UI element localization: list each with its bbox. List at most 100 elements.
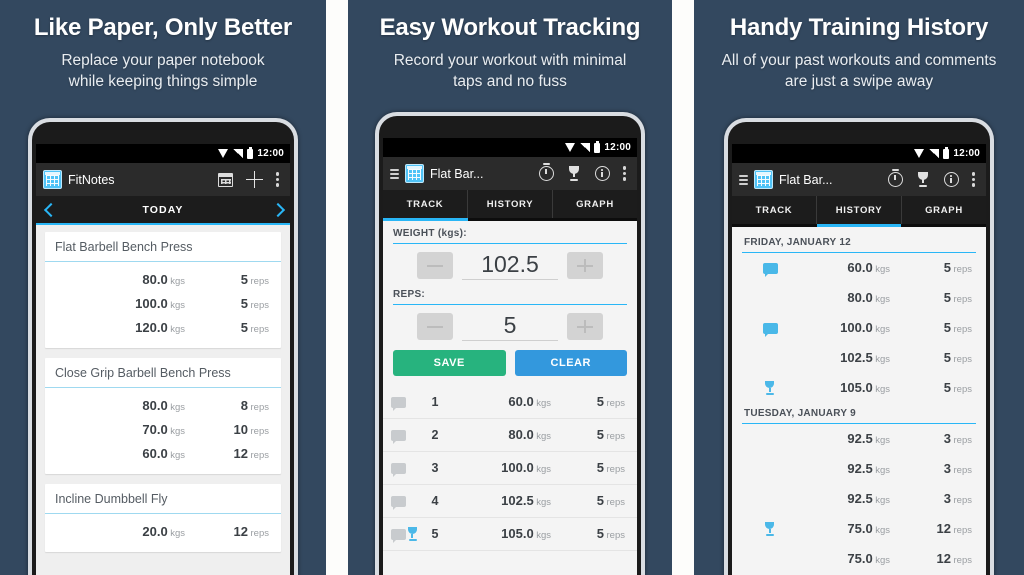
tab-graph[interactable]: GRAPH [553, 190, 637, 218]
panel-3-headline: Handy Training History [729, 14, 989, 41]
history-row[interactable]: 75.0 kgs 12 reps [742, 514, 976, 544]
trophy-icon[interactable] [916, 172, 931, 187]
form-buttons: SAVE CLEAR [393, 350, 627, 376]
comment-icon[interactable] [762, 322, 778, 337]
trophy-icon[interactable] [567, 166, 582, 181]
tab-track[interactable]: TRACK [732, 196, 817, 224]
set-reps-unit: reps [250, 450, 269, 461]
logged-set-list[interactable]: 1 60.0 kgs 5 reps 2 80.0 kgs 5 reps 3 10… [383, 386, 637, 551]
history-row[interactable]: 100.0 kgs 5 reps [742, 313, 976, 343]
comment-icon[interactable] [391, 462, 406, 477]
info-icon[interactable] [944, 172, 959, 187]
set-reps-unit: reps [953, 435, 972, 446]
battery-icon [594, 140, 601, 153]
set-row: 80.0 kgs 8 reps [45, 394, 281, 418]
timer-icon[interactable] [539, 162, 554, 181]
android-status-bar-1: 12:00 [36, 144, 290, 163]
set-weight-unit: kgs [536, 530, 551, 541]
panel-1-headline-block: Like Paper, Only Better Replace your pap… [0, 0, 326, 93]
comment-icon[interactable] [762, 262, 778, 277]
set-reps: 5 [943, 380, 952, 395]
history-row[interactable]: 92.5 kgs 3 reps [742, 484, 976, 514]
set-weight: 105.0 [501, 526, 534, 541]
tab-graph[interactable]: GRAPH [902, 196, 986, 224]
overflow-menu-icon[interactable] [972, 172, 976, 187]
set-row: 80.0 kgs 5 reps [45, 268, 281, 292]
set-weight: 102.5 [840, 350, 873, 365]
history-row[interactable]: 80.0 kgs 5 reps [742, 283, 976, 313]
timer-icon[interactable] [888, 168, 903, 187]
logged-set-row[interactable]: 5 105.0 kgs 5 reps [383, 518, 637, 551]
set-reps: 5 [240, 296, 249, 311]
set-weight: 75.0 [847, 521, 873, 536]
panel-3-headline-block: Handy Training History All of your past … [694, 0, 1024, 93]
set-index: 1 [431, 395, 439, 409]
set-index: 4 [431, 494, 439, 508]
exercise-card[interactable]: Close Grip Barbell Bench Press 80.0 kgs 8… [45, 358, 281, 474]
logged-set-row[interactable]: 3 100.0 kgs 5 reps [383, 452, 637, 485]
set-reps-unit: reps [606, 464, 625, 475]
set-reps-unit: reps [606, 530, 625, 541]
logged-set-row[interactable]: 2 80.0 kgs 5 reps [383, 419, 637, 452]
reps-increment-button[interactable] [567, 313, 603, 340]
set-reps: 5 [596, 427, 605, 442]
exercise-card[interactable]: Incline Dumbbell Fly 20.0 kgs 12 reps [45, 484, 281, 552]
promo-panel-3: Handy Training History All of your past … [694, 0, 1024, 575]
weight-input[interactable]: 102.5 [462, 251, 558, 280]
set-weight: 92.5 [847, 431, 873, 446]
reps-decrement-button[interactable] [417, 313, 453, 340]
comment-icon[interactable] [391, 429, 406, 444]
set-reps: 5 [240, 272, 249, 287]
tab-history[interactable]: HISTORY [468, 190, 553, 218]
history-date-header: FRIDAY, JANUARY 12 [742, 232, 976, 253]
set-reps-unit: reps [953, 384, 972, 395]
history-list[interactable]: FRIDAY, JANUARY 12 60.0 kgs 5 reps 80.0 kgs… [732, 227, 986, 575]
logged-set-row[interactable]: 4 102.5 kgs 5 reps [383, 485, 637, 518]
calendar-icon[interactable] [218, 172, 233, 187]
tab-indicator-3 [732, 224, 986, 227]
previous-day-icon[interactable] [45, 203, 54, 217]
action-bar-icons-2 [539, 162, 630, 181]
tab-indicator-active [383, 218, 468, 221]
set-weight-unit: kgs [875, 465, 890, 476]
set-reps: 5 [943, 290, 952, 305]
history-row[interactable]: 60.0 kgs 5 reps [742, 253, 976, 283]
hamburger-menu-icon[interactable] [390, 168, 399, 179]
battery-icon [247, 146, 254, 159]
set-weight-unit: kgs [536, 497, 551, 508]
overflow-menu-icon[interactable] [623, 166, 627, 181]
history-row[interactable]: 92.5 kgs 3 reps [742, 454, 976, 484]
weight-decrement-button[interactable] [417, 252, 453, 279]
set-reps-unit: reps [250, 402, 269, 413]
history-row[interactable]: 102.5 kgs 5 reps [742, 343, 976, 373]
info-icon[interactable] [595, 166, 610, 181]
exercise-card-list[interactable]: Flat Barbell Bench Press 80.0 kgs 5 reps 1… [36, 225, 290, 575]
history-date-header: TUESDAY, JANUARY 9 [742, 403, 976, 424]
logged-set-row[interactable]: 1 60.0 kgs 5 reps [383, 386, 637, 419]
set-weight: 120.0 [135, 320, 168, 335]
hamburger-menu-icon[interactable] [739, 174, 748, 185]
wifi-icon [565, 143, 576, 152]
set-reps: 5 [943, 350, 952, 365]
weight-increment-button[interactable] [567, 252, 603, 279]
tab-track[interactable]: TRACK [383, 190, 468, 218]
phone-mockup-3: 12:00 Flat Bar... TRACK HISTORY GRAPH FR… [724, 118, 994, 575]
clear-button[interactable]: CLEAR [514, 350, 627, 376]
history-row[interactable]: 75.0 kgs 12 reps [742, 544, 976, 574]
set-weight-unit: kgs [170, 324, 185, 335]
next-day-icon[interactable] [272, 203, 281, 217]
promo-screenshot-strip: Like Paper, Only Better Replace your pap… [0, 0, 1024, 575]
comment-icon[interactable] [391, 396, 406, 411]
comment-icon[interactable] [391, 495, 406, 510]
reps-input[interactable]: 5 [462, 312, 558, 341]
exercise-card[interactable]: Flat Barbell Bench Press 80.0 kgs 5 reps 1… [45, 232, 281, 348]
comment-icon[interactable] [391, 528, 406, 543]
save-button[interactable]: SAVE [393, 350, 506, 376]
add-icon[interactable] [246, 171, 263, 188]
tab-history[interactable]: HISTORY [817, 196, 902, 224]
set-reps: 5 [943, 320, 952, 335]
history-row[interactable]: 105.0 kgs 5 reps [742, 373, 976, 403]
overflow-menu-icon[interactable] [276, 172, 280, 187]
battery-icon [943, 146, 950, 159]
history-row[interactable]: 92.5 kgs 3 reps [742, 424, 976, 454]
